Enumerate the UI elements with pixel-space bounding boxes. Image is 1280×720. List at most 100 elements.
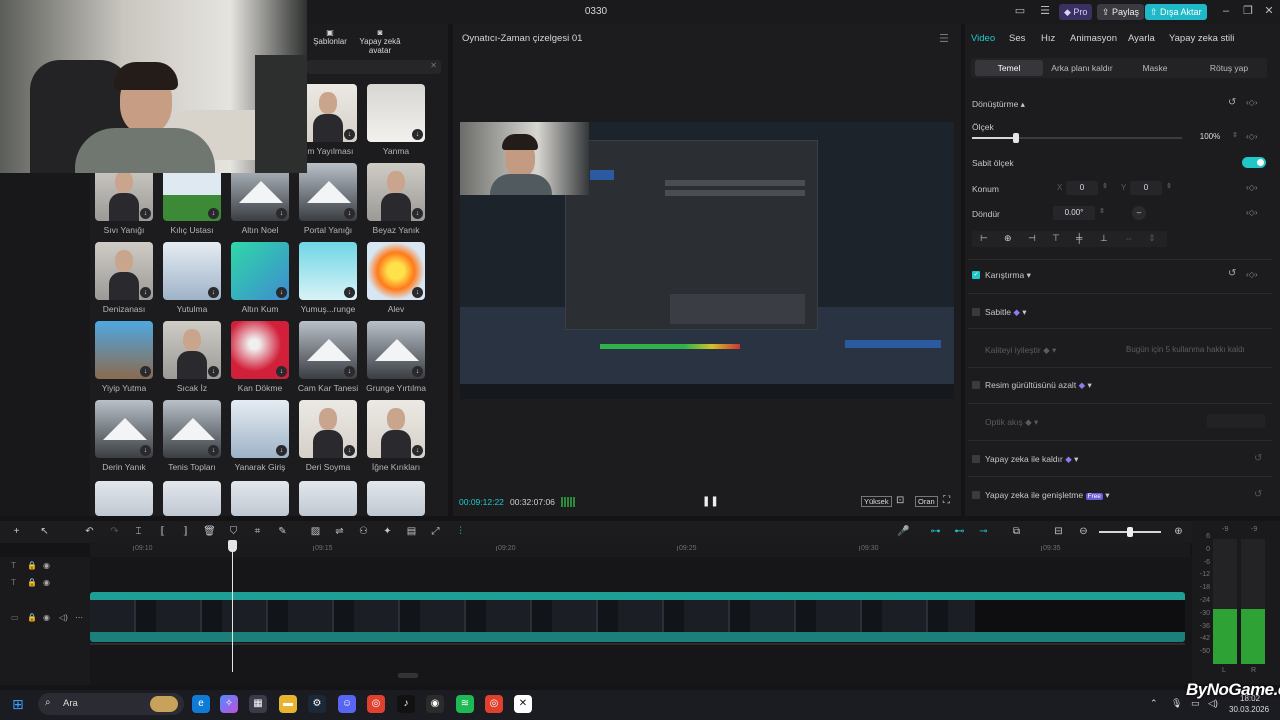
effect-thumbnail[interactable]: ↓: [367, 400, 425, 458]
inspector-subtab[interactable]: Rötuş yap: [1196, 63, 1262, 73]
flip-h-icon[interactable]: ⇔: [1124, 233, 1133, 243]
scale-slider-handle[interactable]: [1013, 133, 1020, 143]
edge-icon[interactable]: e: [192, 695, 210, 713]
inspector-subtab[interactable]: Arka planı kaldır: [1048, 63, 1116, 73]
preview-axis-icon[interactable]: ⧉: [1010, 525, 1023, 538]
zoom-slider[interactable]: [1099, 527, 1161, 537]
inspector-tab[interactable]: Video: [971, 33, 995, 44]
clear-icon[interactable]: ✕: [430, 61, 437, 70]
download-icon[interactable]: ↓: [412, 287, 423, 298]
align-middle-icon[interactable]: ╪: [1076, 233, 1082, 243]
ai-expand-label[interactable]: Yapay zeka ile genişletme Free ▾: [985, 490, 1110, 501]
add-track-icon[interactable]: +: [10, 525, 23, 538]
ai-expand-checkbox[interactable]: [972, 491, 980, 499]
fullscreen-icon[interactable]: ⛶: [943, 495, 950, 506]
zoom-slider-handle[interactable]: [1127, 527, 1133, 537]
store-icon[interactable]: ▦: [249, 695, 267, 713]
align-top-icon[interactable]: ⊤: [1052, 233, 1060, 244]
steam-icon[interactable]: ⚙: [308, 695, 326, 713]
ai-remove-checkbox[interactable]: [972, 455, 980, 463]
waveform-icon[interactable]: ⫶: [454, 525, 467, 538]
split-right-icon[interactable]: ⟧: [179, 525, 192, 538]
effect-thumbnail[interactable]: ↓: [95, 321, 153, 379]
pos-y-stepper[interactable]: ⇳: [1166, 182, 1172, 190]
magnet-icon[interactable]: ⊷: [953, 525, 966, 538]
zoom-in-icon[interactable]: ⊕: [1172, 525, 1185, 538]
ai-remove-reset-icon[interactable]: ↺: [1254, 453, 1262, 464]
download-icon[interactable]: ↓: [140, 208, 151, 219]
effect-thumbnail[interactable]: ↓: [367, 242, 425, 300]
microphone-icon[interactable]: 🎤: [897, 525, 910, 538]
redo-icon[interactable]: ↷: [108, 525, 121, 538]
undo-icon[interactable]: ↶: [83, 525, 96, 538]
effect-thumbnail[interactable]: ↓: [231, 321, 289, 379]
inspector-tab[interactable]: Animasyon: [1070, 33, 1117, 44]
playhead[interactable]: [232, 540, 233, 672]
delete-icon[interactable]: 🗑: [203, 525, 216, 538]
fit-icon[interactable]: ⊡: [896, 495, 904, 506]
rotate-stepper[interactable]: ⇳: [1099, 207, 1105, 215]
timeline-ruler[interactable]: [90, 543, 1190, 557]
copilot-icon[interactable]: ✧: [220, 695, 238, 713]
inspector-tab[interactable]: Ses: [1009, 33, 1025, 44]
effect-thumbnail[interactable]: ↓: [231, 400, 289, 458]
blend-keyframe[interactable]: ‹◇›: [1246, 270, 1257, 279]
eye-icon[interactable]: ◉: [43, 613, 50, 622]
effect-thumbnail[interactable]: ↓: [367, 321, 425, 379]
effect-thumbnail[interactable]: [231, 481, 289, 516]
shield-icon[interactable]: ⛉: [227, 525, 240, 538]
templates-tab[interactable]: ▣ Şablonlar: [313, 28, 347, 46]
download-icon[interactable]: ↓: [344, 129, 355, 140]
pos-x-input[interactable]: 0: [1066, 181, 1098, 195]
align-bottom-icon[interactable]: ⊥: [1100, 233, 1108, 244]
inspector-tab[interactable]: Ayarla: [1128, 33, 1155, 44]
resize-icon[interactable]: ⤢: [429, 525, 442, 538]
download-icon[interactable]: ↓: [140, 445, 151, 456]
select-tool-icon[interactable]: ↖: [38, 525, 51, 538]
effect-thumbnail[interactable]: ↓: [163, 321, 221, 379]
keyframe-nav[interactable]: ‹◇›: [1246, 98, 1257, 107]
effect-thumbnail[interactable]: ↓: [95, 400, 153, 458]
blend-label[interactable]: Karıştırma ▾: [985, 270, 1031, 281]
download-icon[interactable]: ↓: [344, 287, 355, 298]
download-icon[interactable]: ↓: [208, 445, 219, 456]
transition-icon[interactable]: ⇌: [333, 525, 346, 538]
align-center-icon[interactable]: ⊕: [1004, 233, 1012, 244]
inspector-tab[interactable]: Yapay zeka stili: [1169, 33, 1234, 44]
effect-thumbnail[interactable]: ↓: [299, 321, 357, 379]
effect-thumbnail[interactable]: [95, 481, 153, 516]
inspector-tab[interactable]: Hız: [1041, 33, 1055, 44]
lock-icon[interactable]: 🔒: [27, 561, 37, 570]
effect-thumbnail[interactable]: ↓: [299, 400, 357, 458]
effect-thumbnail[interactable]: ↓: [231, 242, 289, 300]
reset-icon[interactable]: ↺: [1228, 97, 1236, 108]
download-icon[interactable]: ↓: [412, 445, 423, 456]
effect-thumbnail[interactable]: ↓: [95, 242, 153, 300]
download-icon[interactable]: ↓: [412, 366, 423, 377]
denoise-label[interactable]: Resim gürültüsünü azalt ◆ ▾: [985, 380, 1092, 391]
person-icon[interactable]: ⚇: [357, 525, 370, 538]
download-icon[interactable]: ↓: [344, 445, 355, 456]
effect-thumbnail[interactable]: ↓: [367, 84, 425, 142]
chrome-icon[interactable]: ◎: [367, 695, 385, 713]
align-left-icon[interactable]: ⊢: [980, 233, 988, 244]
search-input[interactable]: ✕: [307, 60, 441, 74]
eye-icon[interactable]: ◉: [43, 578, 50, 587]
rotate-input[interactable]: 0.00°: [1053, 206, 1095, 220]
split-icon[interactable]: ⌶: [132, 525, 145, 538]
effect-thumbnail[interactable]: [367, 481, 425, 516]
export-button[interactable]: ⇧ Dışa Aktar: [1145, 4, 1207, 20]
download-icon[interactable]: ↓: [344, 208, 355, 219]
blend-reset-icon[interactable]: ↺: [1228, 268, 1236, 279]
inspector-subtab[interactable]: Maske: [1130, 63, 1180, 73]
ai-expand-reset-icon[interactable]: ↺: [1254, 489, 1262, 500]
caption-icon[interactable]: ⊟: [1052, 525, 1065, 538]
video-preview[interactable]: [460, 122, 954, 399]
download-icon[interactable]: ↓: [276, 208, 287, 219]
effect-thumbnail[interactable]: ↓: [299, 163, 357, 221]
download-icon[interactable]: ↓: [208, 287, 219, 298]
download-icon[interactable]: ↓: [276, 445, 287, 456]
effect-thumbnail[interactable]: [163, 481, 221, 516]
windows-start-icon[interactable]: ⊞: [12, 695, 30, 713]
effect-thumbnail[interactable]: ↓: [163, 400, 221, 458]
